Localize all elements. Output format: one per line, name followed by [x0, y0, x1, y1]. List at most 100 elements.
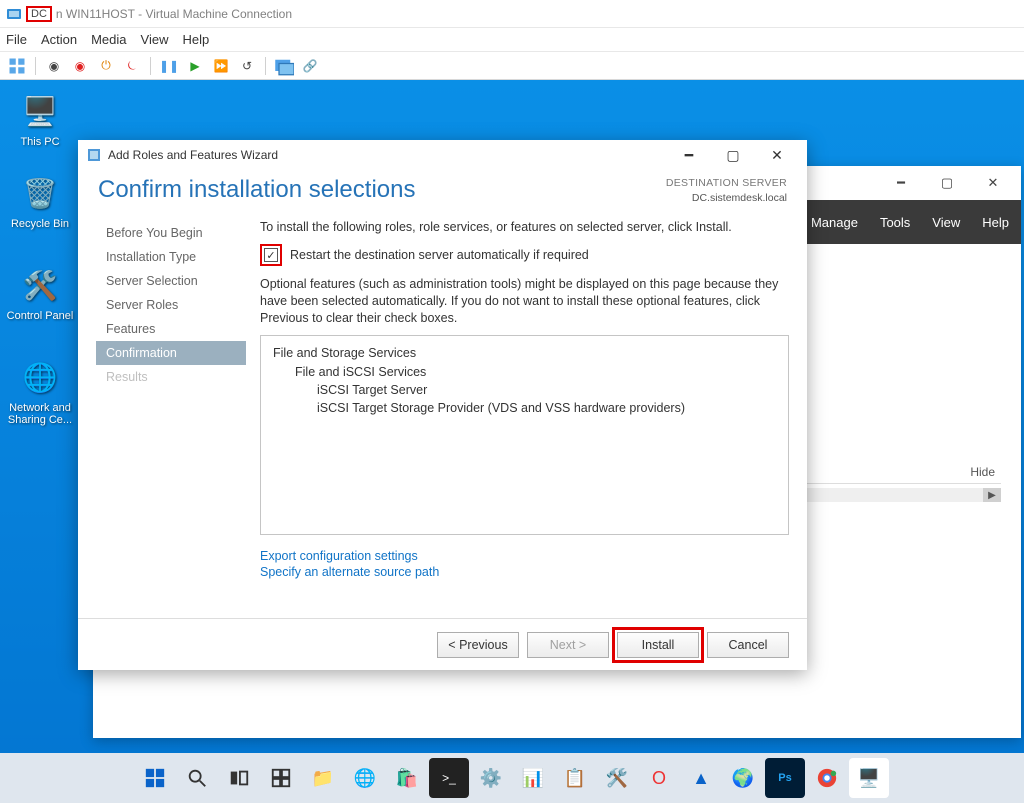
wizard-optional-text: Optional features (such as administratio… [260, 276, 789, 327]
toolbar-save-icon[interactable]: ⏾ [121, 55, 143, 77]
nav-server-selection[interactable]: Server Selection [96, 269, 246, 293]
nav-confirmation[interactable]: Confirmation [96, 341, 246, 365]
toolbar-share-icon[interactable]: 🔗 [299, 55, 321, 77]
search-icon[interactable] [177, 758, 217, 798]
vm-taskbar: 📁 🌐 🛍️ >_ ⚙️ 📊 📋 🛠️ O ▲ 🌍 Ps 🖥️ [0, 753, 1024, 803]
feature-file-iscsi: File and iSCSI Services [295, 365, 776, 379]
chrome-icon[interactable] [807, 758, 847, 798]
wizard-close-button[interactable]: ✕ [755, 141, 799, 169]
toolbar-turnoff-icon[interactable]: ◉ [69, 55, 91, 77]
link-alt-source[interactable]: Specify an alternate source path [260, 565, 789, 579]
host-application: DC n WIN11HOST - Virtual Machine Connect… [0, 0, 1024, 803]
this-pc-icon: 🖥️ [19, 90, 61, 132]
desktop-network-sharing[interactable]: 🌐 Network and Sharing Ce... [4, 356, 76, 426]
previous-button[interactable]: < Previous [437, 632, 519, 658]
task-view-icon[interactable] [219, 758, 259, 798]
wizard-header: Confirm installation selections DESTINAT… [78, 170, 807, 219]
control-panel-icon: 🛠️ [19, 264, 61, 306]
vm-name-highlight: DC [26, 6, 52, 22]
next-button: Next > [527, 632, 609, 658]
vm-connect-icon[interactable]: 🖥️ [849, 758, 889, 798]
toolbar-reset-icon[interactable]: ▶ [184, 55, 206, 77]
sm-menu-help[interactable]: Help [982, 215, 1009, 230]
host-menu-bar: File Action Media View Help [0, 28, 1024, 52]
toolbar-enhanced-icon[interactable] [273, 55, 295, 77]
eventvwr-icon[interactable]: 📋 [555, 758, 595, 798]
host-title-bar: DC n WIN11HOST - Virtual Machine Connect… [0, 0, 1024, 28]
recycle-bin-label: Recycle Bin [4, 218, 76, 230]
feature-iscsi-target-server: iSCSI Target Server [317, 383, 776, 397]
this-pc-label: This PC [4, 136, 76, 148]
sm-close-button[interactable]: ✕ [971, 168, 1015, 198]
nav-features[interactable]: Features [96, 317, 246, 341]
sm-minimize-button[interactable]: ━ [879, 168, 923, 198]
wizard-footer: < Previous Next > Install Cancel [78, 618, 807, 670]
toolbar-revert-icon[interactable]: ↺ [236, 55, 258, 77]
terminal-icon[interactable]: >_ [429, 758, 469, 798]
globe-icon[interactable]: 🌍 [723, 758, 763, 798]
nav-before-you-begin[interactable]: Before You Begin [96, 221, 246, 245]
toolbar-checkpoint-icon[interactable]: ⏩ [210, 55, 232, 77]
control-panel-label: Control Panel [4, 310, 76, 322]
wizard-title-bar: Add Roles and Features Wizard ━ ▢ ✕ [78, 140, 807, 170]
vm-desktop: 🖥️ This PC 🗑️ Recycle Bin 🛠️ Control Pan… [0, 80, 1024, 803]
dest-server: DC.sistemdesk.local [666, 191, 787, 206]
dest-label: DESTINATION SERVER [666, 176, 787, 191]
menu-file[interactable]: File [6, 32, 27, 47]
desktop-control-panel[interactable]: 🛠️ Control Panel [4, 264, 76, 322]
wizard-intro-text: To install the following roles, role ser… [260, 219, 789, 236]
photoshop-icon[interactable]: Ps [765, 758, 805, 798]
widgets-icon[interactable] [261, 758, 301, 798]
perfmon-icon[interactable]: 📊 [513, 758, 553, 798]
install-button[interactable]: Install [617, 632, 699, 658]
recycle-bin-icon: 🗑️ [19, 172, 61, 214]
menu-action[interactable]: Action [41, 32, 77, 47]
settings-icon[interactable]: ⚙️ [471, 758, 511, 798]
feature-file-storage: File and Storage Services [273, 346, 776, 360]
azure-icon[interactable]: ▲ [681, 758, 721, 798]
vm-app-icon [6, 6, 22, 22]
explorer-icon[interactable]: 📁 [303, 758, 343, 798]
wizard-heading: Confirm installation selections [98, 176, 666, 204]
link-export-config[interactable]: Export configuration settings [260, 549, 789, 563]
toolbar-ctrl-alt-del-icon[interactable] [6, 55, 28, 77]
wizard-maximize-button[interactable]: ▢ [711, 141, 755, 169]
menu-media[interactable]: Media [91, 32, 126, 47]
sm-maximize-button[interactable]: ▢ [925, 168, 969, 198]
feature-iscsi-storage-provider: iSCSI Target Storage Provider (VDS and V… [317, 401, 776, 415]
opera-icon[interactable]: O [639, 758, 679, 798]
wizard-title-text: Add Roles and Features Wizard [108, 148, 278, 162]
toolbar-start-icon[interactable]: ◉ [43, 55, 65, 77]
menu-help[interactable]: Help [182, 32, 209, 47]
sm-menu-view[interactable]: View [932, 215, 960, 230]
nav-results: Results [96, 365, 246, 389]
restart-checkbox-label: Restart the destination server automatic… [290, 248, 589, 262]
start-button[interactable] [135, 758, 175, 798]
add-roles-wizard: Add Roles and Features Wizard ━ ▢ ✕ Conf… [78, 140, 807, 670]
wizard-destination: DESTINATION SERVER DC.sistemdesk.local [666, 176, 787, 205]
nav-installation-type[interactable]: Installation Type [96, 245, 246, 269]
toolbar-shutdown-icon[interactable]: ⏻ [95, 55, 117, 77]
services-icon[interactable]: 🛠️ [597, 758, 637, 798]
wizard-nav: Before You Begin Installation Type Serve… [96, 219, 246, 618]
network-icon: 🌐 [19, 356, 61, 398]
wizard-minimize-button[interactable]: ━ [667, 141, 711, 169]
desktop-recycle-bin[interactable]: 🗑️ Recycle Bin [4, 172, 76, 230]
store-icon[interactable]: 🛍️ [387, 758, 427, 798]
nav-server-roles[interactable]: Server Roles [96, 293, 246, 317]
restart-checkbox-highlight: ✓ [260, 244, 282, 266]
restart-checkbox[interactable]: ✓ [264, 248, 278, 262]
wizard-app-icon [86, 147, 102, 163]
host-title-text: n WIN11HOST - Virtual Machine Connection [56, 7, 292, 21]
sm-menu-tools[interactable]: Tools [880, 215, 910, 230]
features-list: File and Storage Services File and iSCSI… [260, 335, 789, 535]
toolbar-pause-icon[interactable]: ❚❚ [158, 55, 180, 77]
restart-checkbox-row: ✓ Restart the destination server automat… [260, 244, 789, 266]
edge-icon[interactable]: 🌐 [345, 758, 385, 798]
cancel-button[interactable]: Cancel [707, 632, 789, 658]
menu-view[interactable]: View [141, 32, 169, 47]
wizard-links: Export configuration settings Specify an… [260, 549, 789, 579]
sm-menu-manage[interactable]: Manage [811, 215, 858, 230]
sm-scroll-right-icon[interactable]: ▶ [983, 488, 1001, 502]
desktop-this-pc[interactable]: 🖥️ This PC [4, 90, 76, 148]
